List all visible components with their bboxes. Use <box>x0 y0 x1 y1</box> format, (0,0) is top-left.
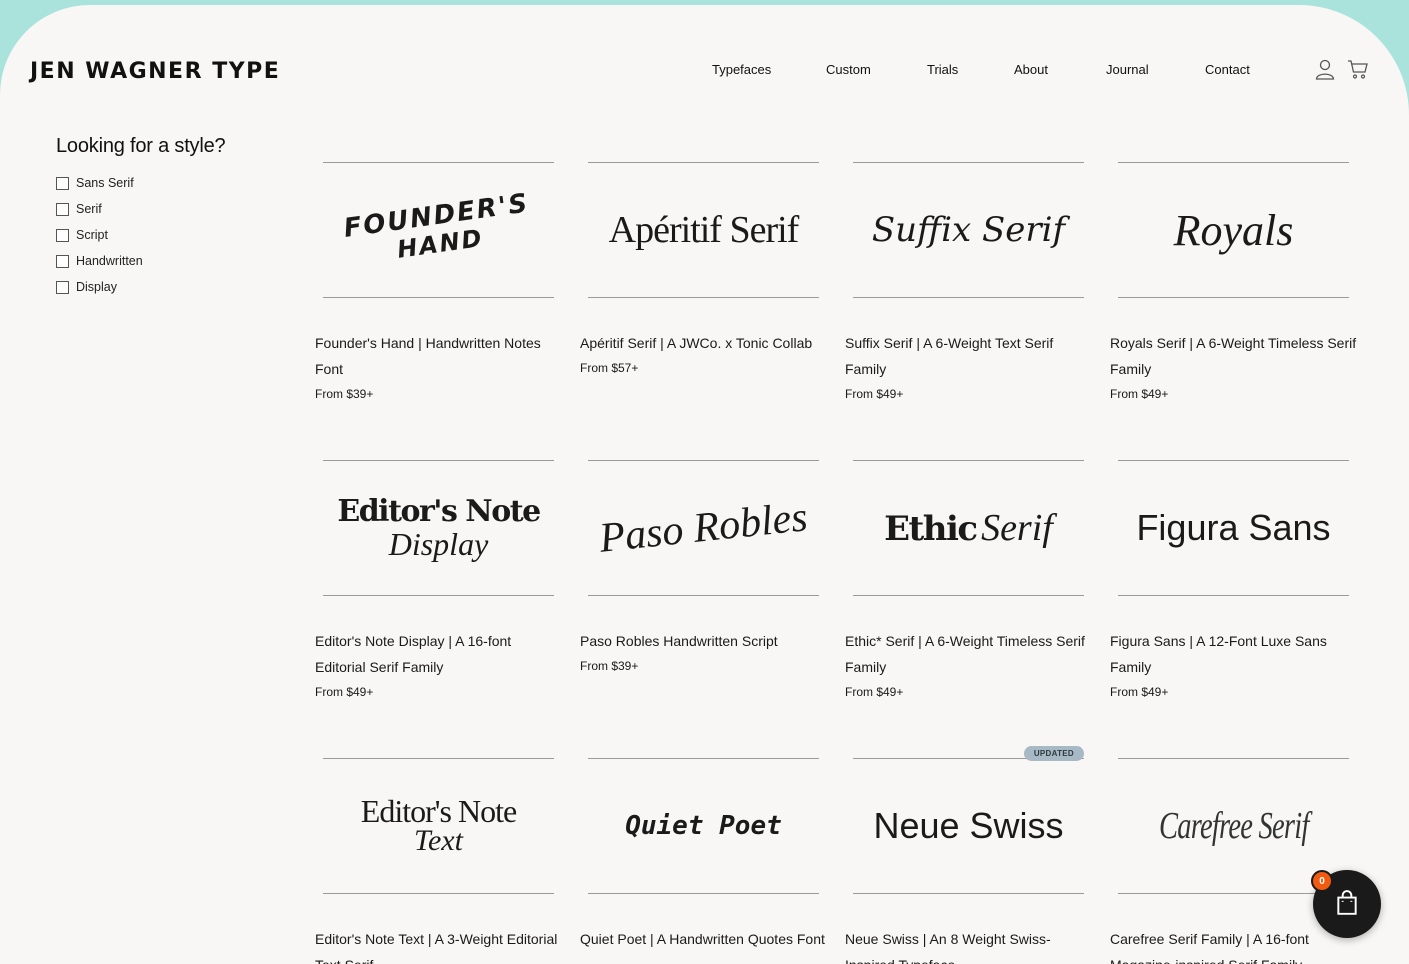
checkbox[interactable] <box>56 254 69 268</box>
font-preview[interactable]: Figura Sans <box>1118 460 1349 596</box>
product-title[interactable]: Editor's Note Text | A 3-Weight Editoria… <box>315 926 565 964</box>
preview-line: Carefree Serif <box>1158 805 1309 847</box>
filter-serif[interactable]: Serif <box>56 196 225 222</box>
filter-sans-serif[interactable]: Sans Serif <box>56 170 225 196</box>
browser-page: JEN WAGNER TYPE Typefaces Custom Trials … <box>0 5 1409 964</box>
product-title[interactable]: Apéritif Serif | A JWCo. x Tonic Collab <box>580 330 830 356</box>
filter-display[interactable]: Display <box>56 274 225 300</box>
checkbox[interactable] <box>56 228 69 242</box>
product-price: From $49+ <box>1110 685 1169 699</box>
product-price: From $39+ <box>315 387 374 401</box>
shopping-bag-button[interactable]: 0 <box>1311 870 1381 938</box>
checkbox[interactable] <box>56 202 69 216</box>
preview-line: Ethic <box>884 509 978 549</box>
font-preview[interactable]: Quiet Poet <box>588 758 819 894</box>
preview-line: Royals <box>1173 205 1294 255</box>
nav-trials[interactable]: Trials <box>927 62 958 77</box>
checkbox[interactable] <box>56 176 69 190</box>
preview-line: Editor's Note <box>360 793 517 829</box>
product-price: From $49+ <box>845 685 904 699</box>
product-title[interactable]: Ethic* Serif | A 6-Weight Timeless Serif… <box>845 628 1095 680</box>
filter-handwritten[interactable]: Handwritten <box>56 248 225 274</box>
preview-line: Serif <box>981 507 1053 549</box>
product-title[interactable]: Quiet Poet | A Handwritten Quotes Font <box>580 926 830 952</box>
nav-custom[interactable]: Custom <box>826 62 871 77</box>
preview-line: Apéritif Serif <box>608 209 800 251</box>
product-price: From $49+ <box>845 387 904 401</box>
preview-line: Suffix Serif <box>871 210 1066 250</box>
preview-line: Neue Swiss <box>873 805 1064 846</box>
product-title[interactable]: Suffix Serif | A 6-Weight Text Serif Fam… <box>845 330 1095 382</box>
preview-line: Editor's Note <box>337 494 541 529</box>
nav-contact[interactable]: Contact <box>1205 62 1250 77</box>
preview-line: Text <box>414 824 463 857</box>
nav-about[interactable]: About <box>1014 62 1048 77</box>
nav-journal[interactable]: Journal <box>1106 62 1149 77</box>
product-title[interactable]: Figura Sans | A 12-Font Luxe Sans Family <box>1110 628 1360 680</box>
preview-line: Quiet Poet <box>625 811 782 841</box>
font-preview[interactable]: Neue Swiss <box>853 758 1084 894</box>
preview-line: Figura Sans <box>1136 507 1331 548</box>
font-preview[interactable]: FOUNDER'S HAND <box>323 162 554 298</box>
product-title[interactable]: Paso Robles Handwritten Script <box>580 628 830 654</box>
font-preview[interactable]: Suffix Serif <box>853 162 1084 298</box>
shopping-bag-icon <box>1337 890 1357 915</box>
font-preview[interactable]: Apéritif Serif <box>588 162 819 298</box>
filter-label: Serif <box>76 202 102 216</box>
font-preview[interactable]: Royals <box>1118 162 1349 298</box>
font-preview[interactable]: Editor's Note Display <box>323 460 554 596</box>
font-preview[interactable]: Paso Robles <box>588 460 819 596</box>
product-price: From $57+ <box>580 361 639 375</box>
font-preview[interactable]: Ethic Serif <box>853 460 1084 596</box>
account-icon[interactable] <box>1313 57 1337 81</box>
product-price: From $49+ <box>1110 387 1169 401</box>
checkbox[interactable] <box>56 280 69 294</box>
product-price: From $39+ <box>580 659 639 673</box>
nav-typefaces[interactable]: Typefaces <box>712 62 771 77</box>
product-title[interactable]: Neue Swiss | An 8 Weight Swiss-Inspired … <box>845 926 1095 964</box>
style-filter: Looking for a style? Sans Serif Serif Sc… <box>56 135 226 300</box>
preview-line: Paso Robles <box>597 494 810 562</box>
preview-line: Display <box>388 526 489 562</box>
filter-label: Display <box>76 280 117 294</box>
filter-script[interactable]: Script <box>56 222 225 248</box>
main-nav: Typefaces Custom Trials About Journal Co… <box>0 62 1409 82</box>
cart-icon[interactable] <box>1346 57 1370 81</box>
product-title[interactable]: Editor's Note Display | A 16-font Editor… <box>315 628 565 680</box>
product-title[interactable]: Founder's Hand | Handwritten Notes Font <box>315 330 565 382</box>
updated-badge: UPDATED <box>1023 746 1084 761</box>
filter-label: Script <box>76 228 108 242</box>
product-title[interactable]: Royals Serif | A 6-Weight Timeless Serif… <box>1110 330 1360 382</box>
font-preview[interactable]: Editor's Note Text <box>323 758 554 894</box>
product-price: From $49+ <box>315 685 374 699</box>
product-title[interactable]: Carefree Serif Family | A 16-font Magazi… <box>1110 926 1360 964</box>
filter-label: Sans Serif <box>76 176 134 190</box>
filter-label: Handwritten <box>76 254 143 268</box>
filter-title: Looking for a style? <box>56 135 226 157</box>
cart-count-badge: 0 <box>1311 870 1333 892</box>
